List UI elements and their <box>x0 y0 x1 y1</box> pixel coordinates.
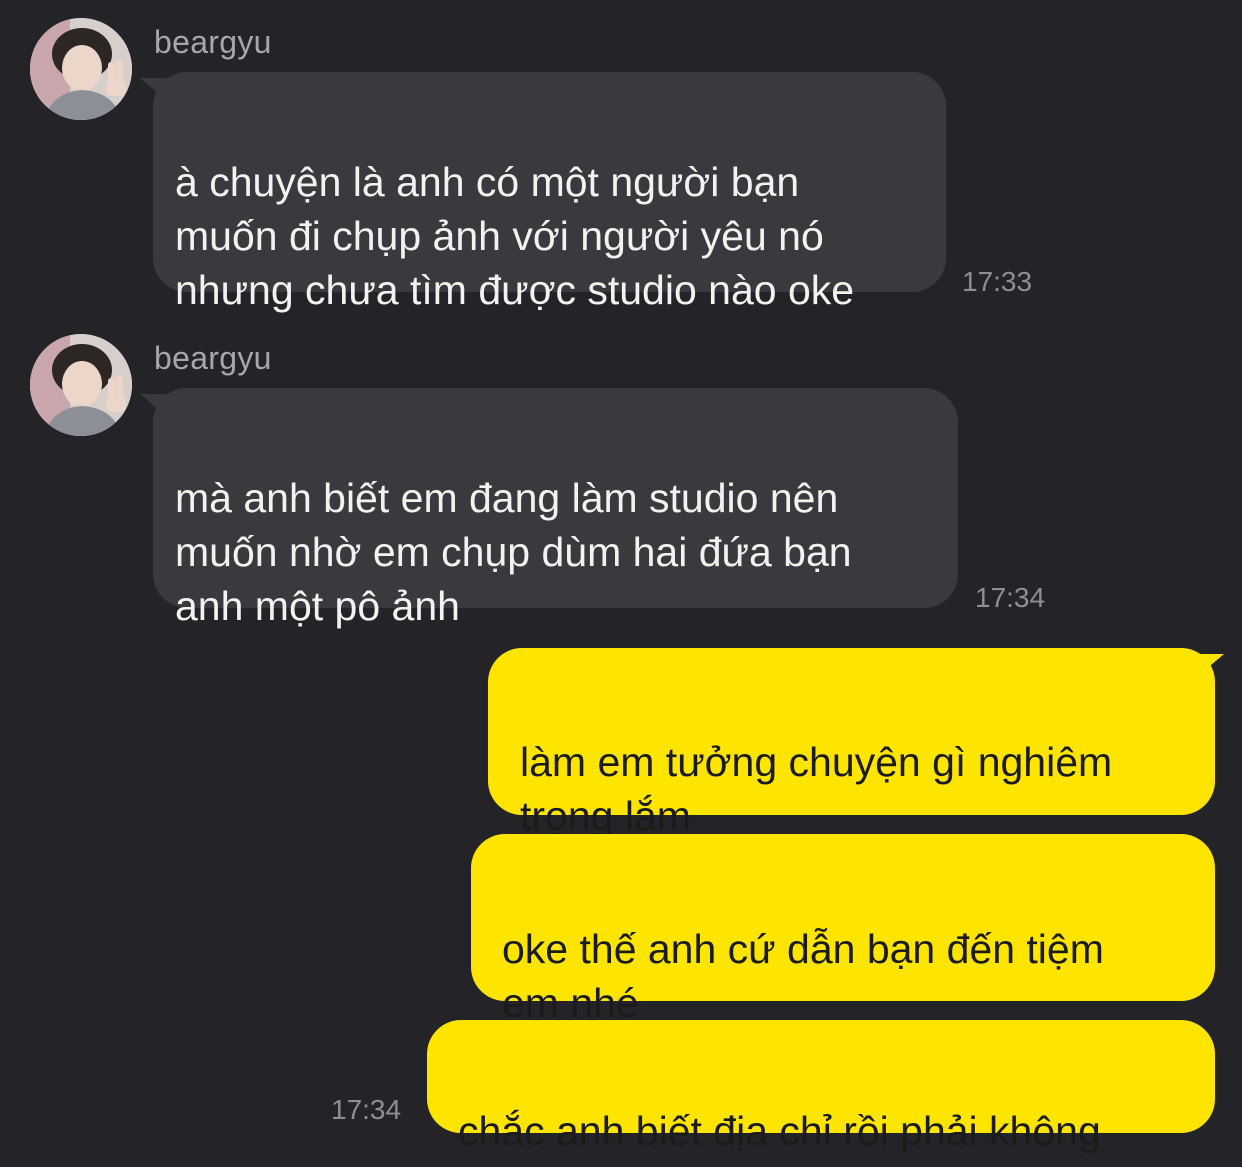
message-text: làm em tưởng chuyện gì nghiêm trọng lắm <box>520 739 1113 839</box>
sender-name: beargyu <box>154 24 272 60</box>
message-text: à chuyện là anh có một người bạn muốn đi… <box>175 159 855 313</box>
message-text: chắc anh biết địa chỉ rồi phải không <box>458 1108 1101 1154</box>
sender-name: beargyu <box>154 340 272 376</box>
outgoing-message-bubble[interactable]: chắc anh biết địa chỉ rồi phải không <box>427 1020 1215 1154</box>
outgoing-message-bubble[interactable]: làm em tưởng chuyện gì nghiêm trọng lắm <box>488 648 1215 839</box>
incoming-message-bubble[interactable]: à chuyện là anh có một người bạn muốn đi… <box>153 72 946 313</box>
message-timestamp: 17:34 <box>331 1094 402 1125</box>
message-timestamp: 17:34 <box>975 582 1046 613</box>
profile-photo-icon <box>30 18 132 120</box>
incoming-message-bubble[interactable]: mà anh biết em đang làm studio nên muốn … <box>153 388 958 629</box>
message-timestamp: 17:33 <box>962 266 1033 297</box>
outgoing-message-bubble[interactable]: oke thế anh cứ dẫn bạn đến tiệm em nhé <box>471 834 1215 1026</box>
sender-avatar[interactable] <box>30 334 132 436</box>
message-text: oke thế anh cứ dẫn bạn đến tiệm em nhé <box>502 926 1104 1026</box>
message-text: mà anh biết em đang làm studio nên muốn … <box>175 475 852 629</box>
sender-avatar[interactable] <box>30 18 132 120</box>
profile-photo-icon <box>30 334 132 436</box>
